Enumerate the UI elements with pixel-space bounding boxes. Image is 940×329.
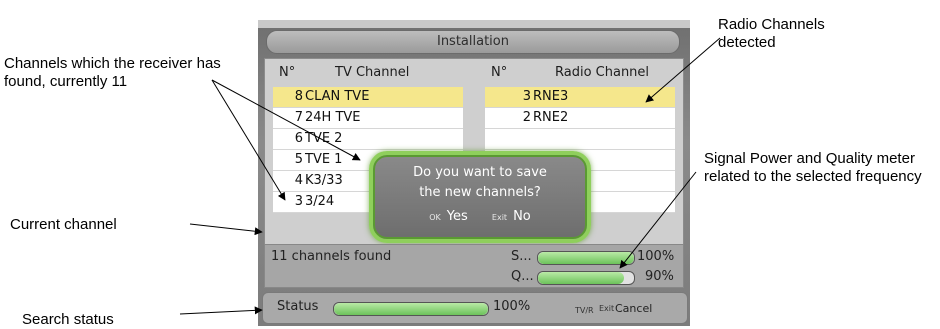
signal-strength-value: 100% [637,249,675,264]
annotation-radio-detected: Radio Channels detected [718,16,825,51]
annotation-search-status: Search status [22,311,114,328]
channel-number: 3 [294,194,303,209]
search-progress-value: 100% [493,299,531,314]
dialog-question-line2: the new channels? [419,185,541,200]
radio-channel-row-empty [485,129,675,150]
radio-channel-row-selected[interactable]: 3 RNE3 [485,87,675,108]
signal-quality-fill [538,272,625,284]
channel-number: 2 [522,110,531,125]
channel-number: 4 [294,173,303,188]
channel-name: CLAN TVE [305,89,370,104]
top-band [258,20,690,28]
channel-number: 6 [294,131,303,146]
annotation-signal-meter: Signal Power and Quality meter related t… [704,150,922,185]
yes-button[interactable]: OK Yes [429,209,468,224]
tv-radio-key-icon[interactable]: TV/R [575,306,594,315]
tv-channel-header: TV Channel [335,65,410,80]
search-progress-fill [334,303,488,315]
tv-channel-row[interactable]: 7 24H TVE [273,108,463,129]
ok-key-icon: OK [429,213,441,222]
radio-channel-header: Radio Channel [555,65,650,80]
channel-number: 7 [294,110,303,125]
cancel-button[interactable]: Cancel [615,302,652,315]
channels-found-count: 11 channels found [271,249,392,264]
save-channels-dialog: Do you want to save the new channels? OK… [369,151,591,243]
arrow-search-status [179,306,263,315]
channel-name: 3/24 [305,194,335,209]
dialog-question-line1: Do you want to save [413,165,547,180]
signal-quality-meter [537,271,635,285]
channel-number: 8 [294,89,303,104]
signal-strength-fill [538,252,634,264]
arrow-current-channel [189,223,263,236]
no-label: No [513,209,531,224]
signal-info-panel: 11 channels found S... 100% Q... 90% [264,244,684,288]
channel-number: 5 [294,152,303,167]
no-button[interactable]: Exit No [492,209,531,224]
channel-name: RNE2 [533,110,569,125]
signal-strength-meter [537,251,635,265]
channel-list-panel: N° TV Channel N° Radio Channel 8 CLAN TVE… [264,58,684,246]
status-label: Status [277,299,319,314]
installation-screen: Installation N° TV Channel N° Radio Chan… [258,20,690,326]
exit-key-icon: Exit [491,213,508,222]
channel-name: TVE 2 [305,131,343,146]
exit-key-icon: Exit [599,304,615,313]
annotation-channels-found: Channels which the receiver has found, c… [4,55,221,90]
yes-label: Yes [446,209,468,224]
tv-num-header: N° [279,65,296,80]
channel-name: K3/33 [305,173,343,188]
radio-channel-row[interactable]: 2 RNE2 [485,108,675,129]
search-status-bar: Status 100% TV/R Exit Cancel [262,292,688,324]
tv-channel-row-selected[interactable]: 8 CLAN TVE [273,87,463,108]
channel-number: 3 [522,89,531,104]
signal-quality-value: 90% [645,269,674,284]
channel-name: 24H TVE [305,110,361,125]
signal-strength-label: S... [511,249,532,264]
channel-name: TVE 1 [305,152,343,167]
screen-title: Installation [266,30,680,54]
radio-num-header: N° [491,65,508,80]
search-progress-meter [333,302,489,316]
signal-quality-label: Q... [511,269,534,284]
channel-name: RNE3 [533,89,569,104]
annotation-current-channel: Current channel [10,216,117,233]
tv-channel-row[interactable]: 6 TVE 2 [273,129,463,150]
